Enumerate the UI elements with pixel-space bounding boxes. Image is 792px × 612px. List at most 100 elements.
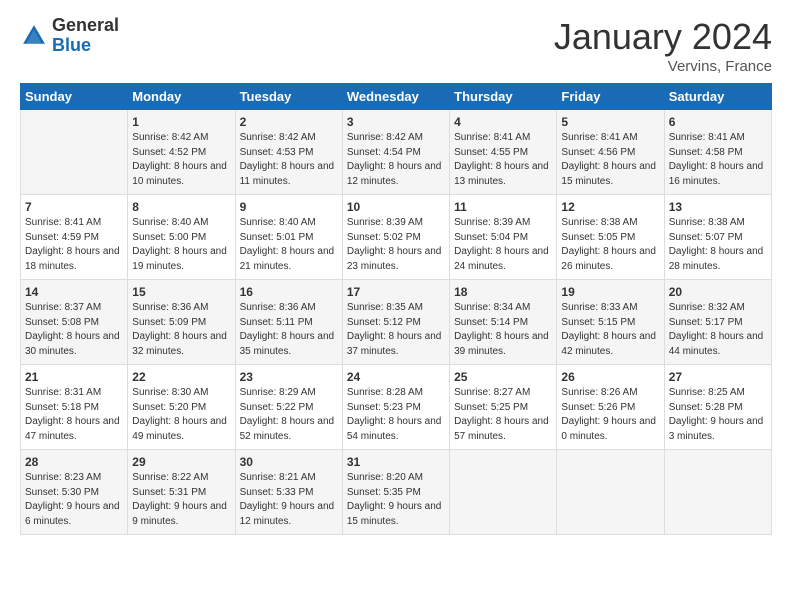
day-info: Sunrise: 8:39 AMSunset: 5:02 PMDaylight:… [347, 217, 442, 272]
logo-text: General Blue [52, 16, 119, 56]
week-row-4: 21 Sunrise: 8:31 AMSunset: 5:18 PMDayligh… [21, 365, 772, 450]
day-number: 5 [561, 115, 659, 129]
day-cell: 6 Sunrise: 8:41 AMSunset: 4:58 PMDaylight… [664, 110, 771, 195]
col-header-wednesday: Wednesday [342, 84, 449, 110]
day-cell: 19 Sunrise: 8:33 AMSunset: 5:15 PMDayligh… [557, 280, 664, 365]
day-info: Sunrise: 8:34 AMSunset: 5:14 PMDaylight:… [454, 302, 549, 357]
day-number: 31 [347, 455, 445, 469]
day-info: Sunrise: 8:21 AMSunset: 5:33 PMDaylight:… [240, 472, 335, 527]
day-cell: 14 Sunrise: 8:37 AMSunset: 5:08 PMDayligh… [21, 280, 128, 365]
day-number: 12 [561, 200, 659, 214]
day-cell: 13Sunrise: 8:38 AMSunset: 5:07 PMDayligh… [664, 195, 771, 280]
day-info: Sunrise: 8:41 AMSunset: 4:58 PMDaylight:… [669, 132, 764, 187]
day-number: 22 [132, 370, 230, 384]
day-cell: 1Sunrise: 8:42 AMSunset: 4:52 PMDaylight… [128, 110, 235, 195]
day-info: Sunrise: 8:25 AMSunset: 5:28 PMDaylight:… [669, 387, 764, 442]
day-cell: 26 Sunrise: 8:26 AMSunset: 5:26 PMDayligh… [557, 365, 664, 450]
day-number: 30 [240, 455, 338, 469]
logo-general-text: General [52, 16, 119, 36]
day-info: Sunrise: 8:29 AMSunset: 5:22 PMDaylight:… [240, 387, 335, 442]
day-cell [450, 450, 557, 535]
day-cell: 2 Sunrise: 8:42 AMSunset: 4:53 PMDaylight… [235, 110, 342, 195]
day-info: Sunrise: 8:41 AMSunset: 4:59 PMDaylight:… [25, 217, 120, 272]
day-info: Sunrise: 8:41 AMSunset: 4:56 PMDaylight:… [561, 132, 656, 187]
day-cell: 25 Sunrise: 8:27 AMSunset: 5:25 PMDayligh… [450, 365, 557, 450]
day-info: Sunrise: 8:38 AMSunset: 5:05 PMDaylight:… [561, 217, 656, 272]
day-number: 9 [240, 200, 338, 214]
header-row: SundayMondayTuesdayWednesdayThursdayFrid… [21, 84, 772, 110]
day-info: Sunrise: 8:41 AMSunset: 4:55 PMDaylight:… [454, 132, 549, 187]
day-info: Sunrise: 8:42 AMSunset: 4:53 PMDaylight:… [240, 132, 335, 187]
day-info: Sunrise: 8:37 AMSunset: 5:08 PMDaylight:… [25, 302, 120, 357]
day-number: 13 [669, 200, 767, 214]
day-info: Sunrise: 8:27 AMSunset: 5:25 PMDaylight:… [454, 387, 549, 442]
day-cell: 15 Sunrise: 8:36 AMSunset: 5:09 PMDayligh… [128, 280, 235, 365]
day-number: 19 [561, 285, 659, 299]
day-number: 4 [454, 115, 552, 129]
day-cell: 7 Sunrise: 8:41 AMSunset: 4:59 PMDaylight… [21, 195, 128, 280]
day-cell: 9 Sunrise: 8:40 AMSunset: 5:01 PMDaylight… [235, 195, 342, 280]
day-number: 21 [25, 370, 123, 384]
day-number: 23 [240, 370, 338, 384]
day-cell: 17 Sunrise: 8:35 AMSunset: 5:12 PMDayligh… [342, 280, 449, 365]
day-number: 2 [240, 115, 338, 129]
col-header-sunday: Sunday [21, 84, 128, 110]
day-cell: 21 Sunrise: 8:31 AMSunset: 5:18 PMDayligh… [21, 365, 128, 450]
day-info: Sunrise: 8:36 AMSunset: 5:09 PMDaylight:… [132, 302, 227, 357]
day-cell: 10Sunrise: 8:39 AMSunset: 5:02 PMDayligh… [342, 195, 449, 280]
day-number: 14 [25, 285, 123, 299]
day-info: Sunrise: 8:26 AMSunset: 5:26 PMDaylight:… [561, 387, 656, 442]
day-cell: 20 Sunrise: 8:32 AMSunset: 5:17 PMDayligh… [664, 280, 771, 365]
day-cell: 23 Sunrise: 8:29 AMSunset: 5:22 PMDayligh… [235, 365, 342, 450]
week-row-3: 14 Sunrise: 8:37 AMSunset: 5:08 PMDayligh… [21, 280, 772, 365]
month-title: January 2024 [554, 16, 772, 58]
day-info: Sunrise: 8:22 AMSunset: 5:31 PMDaylight:… [132, 472, 227, 527]
day-number: 16 [240, 285, 338, 299]
day-cell: 3 Sunrise: 8:42 AMSunset: 4:54 PMDaylight… [342, 110, 449, 195]
day-number: 28 [25, 455, 123, 469]
day-number: 7 [25, 200, 123, 214]
day-number: 6 [669, 115, 767, 129]
day-cell: 24Sunrise: 8:28 AMSunset: 5:23 PMDayligh… [342, 365, 449, 450]
day-info: Sunrise: 8:42 AMSunset: 4:54 PMDaylight:… [347, 132, 442, 187]
day-cell: 31 Sunrise: 8:20 AMSunset: 5:35 PMDayligh… [342, 450, 449, 535]
day-cell: 16 Sunrise: 8:36 AMSunset: 5:11 PMDayligh… [235, 280, 342, 365]
day-info: Sunrise: 8:40 AMSunset: 5:00 PMDaylight:… [132, 217, 227, 272]
day-number: 27 [669, 370, 767, 384]
day-number: 25 [454, 370, 552, 384]
col-header-tuesday: Tuesday [235, 84, 342, 110]
day-number: 18 [454, 285, 552, 299]
col-header-monday: Monday [128, 84, 235, 110]
day-cell [21, 110, 128, 195]
day-info: Sunrise: 8:36 AMSunset: 5:11 PMDaylight:… [240, 302, 335, 357]
day-cell: 11Sunrise: 8:39 AMSunset: 5:04 PMDayligh… [450, 195, 557, 280]
logo-blue-text: Blue [52, 36, 119, 56]
day-cell: 18 Sunrise: 8:34 AMSunset: 5:14 PMDayligh… [450, 280, 557, 365]
day-info: Sunrise: 8:28 AMSunset: 5:23 PMDaylight:… [347, 387, 442, 442]
day-info: Sunrise: 8:32 AMSunset: 5:17 PMDaylight:… [669, 302, 764, 357]
day-number: 26 [561, 370, 659, 384]
day-number: 20 [669, 285, 767, 299]
col-header-friday: Friday [557, 84, 664, 110]
day-cell: 28 Sunrise: 8:23 AMSunset: 5:30 PMDayligh… [21, 450, 128, 535]
day-info: Sunrise: 8:31 AMSunset: 5:18 PMDaylight:… [25, 387, 120, 442]
calendar-table: SundayMondayTuesdayWednesdayThursdayFrid… [20, 83, 772, 535]
day-cell: 8Sunrise: 8:40 AMSunset: 5:00 PMDaylight… [128, 195, 235, 280]
day-info: Sunrise: 8:33 AMSunset: 5:15 PMDaylight:… [561, 302, 656, 357]
logo: General Blue [20, 16, 119, 56]
page-header: General Blue January 2024 Vervins, Franc… [20, 16, 772, 75]
col-header-saturday: Saturday [664, 84, 771, 110]
day-info: Sunrise: 8:40 AMSunset: 5:01 PMDaylight:… [240, 217, 335, 272]
day-number: 29 [132, 455, 230, 469]
day-info: Sunrise: 8:30 AMSunset: 5:20 PMDaylight:… [132, 387, 227, 442]
day-info: Sunrise: 8:35 AMSunset: 5:12 PMDaylight:… [347, 302, 442, 357]
day-info: Sunrise: 8:20 AMSunset: 5:35 PMDaylight:… [347, 472, 442, 527]
day-number: 1 [132, 115, 230, 129]
day-cell: 22 Sunrise: 8:30 AMSunset: 5:20 PMDayligh… [128, 365, 235, 450]
day-number: 15 [132, 285, 230, 299]
week-row-1: 1Sunrise: 8:42 AMSunset: 4:52 PMDaylight… [21, 110, 772, 195]
day-number: 3 [347, 115, 445, 129]
day-number: 17 [347, 285, 445, 299]
day-info: Sunrise: 8:23 AMSunset: 5:30 PMDaylight:… [25, 472, 120, 527]
day-cell: 4 Sunrise: 8:41 AMSunset: 4:55 PMDaylight… [450, 110, 557, 195]
